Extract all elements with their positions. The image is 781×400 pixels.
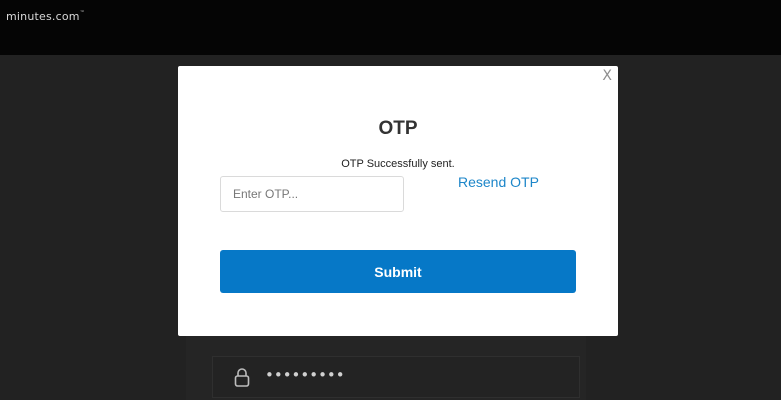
password-mask: ••••••••• xyxy=(265,366,345,384)
submit-button[interactable]: Submit xyxy=(220,250,576,293)
site-logo[interactable]: minutes.com™ xyxy=(6,10,85,23)
modal-title: OTP xyxy=(378,118,418,139)
background-password-field: ••••••••• xyxy=(212,356,580,398)
resend-otp-link[interactable]: Resend OTP xyxy=(458,174,539,190)
otp-modal: X OTP OTP Successfully sent. Resend OTP … xyxy=(178,66,618,336)
close-button[interactable]: X xyxy=(602,68,612,84)
otp-sent-message: OTP Successfully sent. xyxy=(341,158,455,170)
lock-icon xyxy=(234,368,250,387)
logo-mark: ™ xyxy=(79,10,85,16)
logo-text: minutes.com xyxy=(6,10,80,23)
top-navbar: minutes.com™ xyxy=(0,0,781,55)
otp-input[interactable] xyxy=(220,176,404,212)
